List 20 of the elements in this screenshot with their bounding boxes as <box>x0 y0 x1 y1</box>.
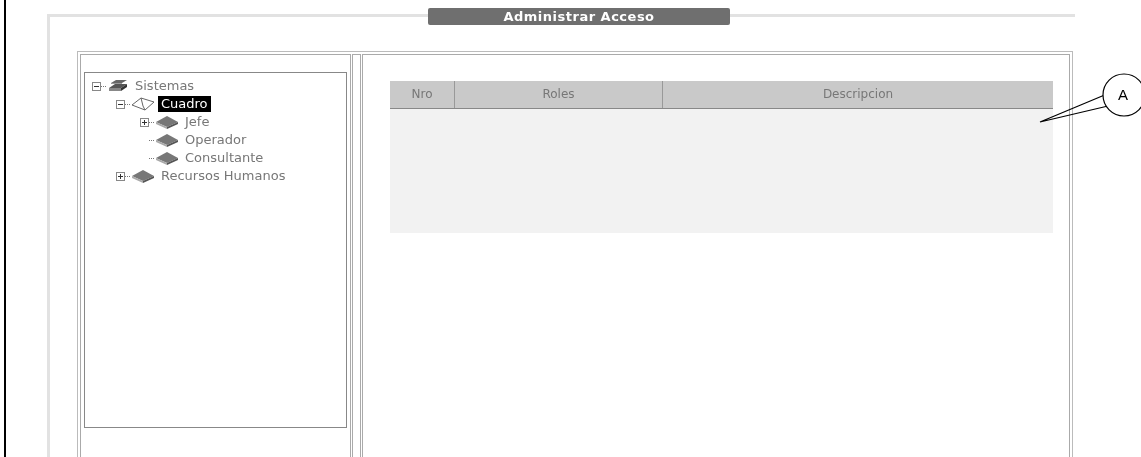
collapse-icon[interactable] <box>92 81 101 91</box>
collapse-icon[interactable] <box>116 99 125 109</box>
panel-title: Administrar Acceso <box>428 8 730 25</box>
expand-icon[interactable] <box>140 117 149 127</box>
tree-item[interactable]: Sistemas <box>132 78 198 94</box>
book-icon <box>155 114 179 130</box>
column-header[interactable]: Nro <box>390 81 455 108</box>
book-icon <box>131 168 155 184</box>
column-header[interactable]: Roles <box>455 81 663 108</box>
book-icon <box>155 132 179 148</box>
book-icon <box>155 150 179 166</box>
tree-item[interactable]: Operador <box>182 132 250 148</box>
tree-item[interactable]: Jefe <box>182 114 213 130</box>
tree-item[interactable]: Consultante <box>182 150 267 166</box>
expand-icon[interactable] <box>116 171 125 181</box>
callout-label: A <box>1118 86 1128 103</box>
tree-item[interactable]: Cuadro <box>158 96 211 112</box>
column-header[interactable]: Descripcion <box>663 81 1053 108</box>
books-icon <box>107 78 129 94</box>
tree-item[interactable]: Recursos Humanos <box>158 168 289 184</box>
